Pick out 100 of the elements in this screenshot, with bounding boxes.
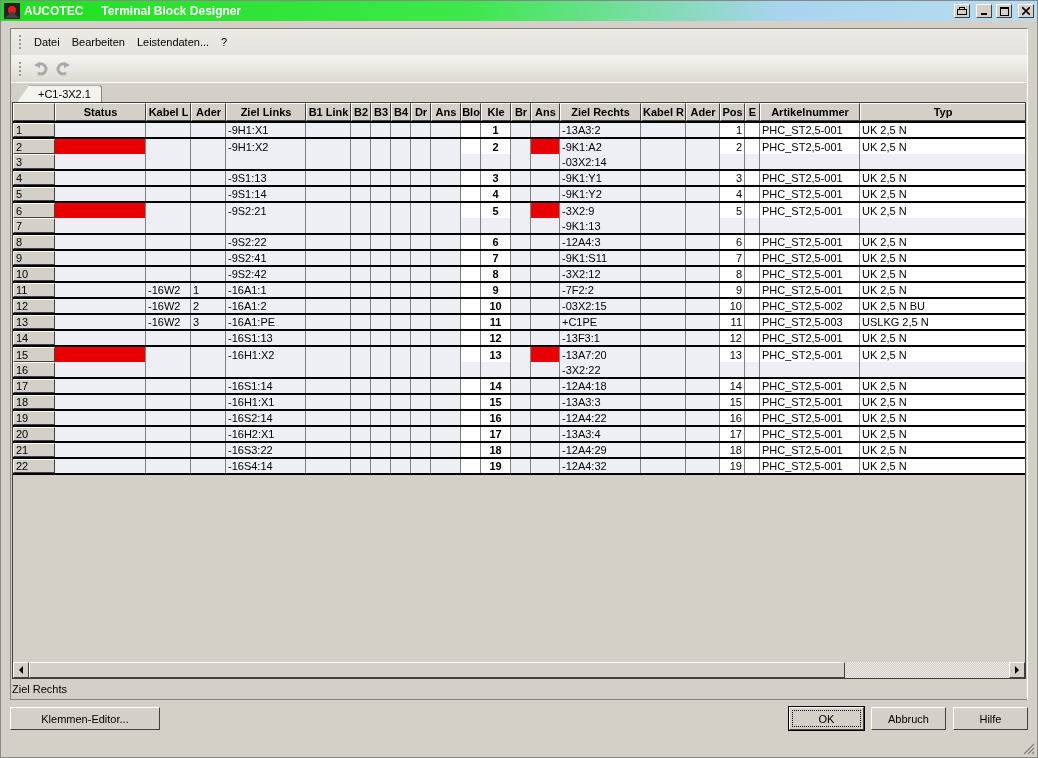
column-header[interactable]: Ans (431, 103, 461, 122)
table-cell: 2 (720, 139, 745, 155)
table-cell: 5 (481, 203, 511, 219)
close-icon (1022, 7, 1030, 16)
dialog-button[interactable]: Klemmen-Editor... (10, 707, 160, 731)
table-cell: 13 (720, 347, 745, 363)
menu-item[interactable]: Bearbeiten (65, 34, 131, 51)
row-header[interactable]: 6 (13, 203, 55, 219)
menu-item[interactable]: ? (215, 34, 234, 51)
column-header[interactable]: Pos (720, 103, 745, 122)
table-cell: PHC_ST2,5-001 (760, 251, 860, 266)
table-cell: 9 (720, 283, 745, 298)
column-header[interactable]: B4 (391, 103, 411, 122)
row-header[interactable]: 2 (13, 139, 55, 155)
table-cell: PHC_ST2,5-001 (760, 123, 860, 138)
row-header[interactable]: 4 (13, 171, 55, 186)
table-cell: 11 (720, 315, 745, 330)
table-cell: 7 (720, 251, 745, 266)
row-header[interactable]: 12 (13, 299, 55, 314)
table-cell: -16W2 (146, 299, 191, 314)
dialog-button[interactable]: Hilfe (953, 707, 1028, 731)
column-header[interactable]: Kabel R (641, 103, 686, 122)
column-header[interactable]: Dr (411, 103, 431, 122)
row-header[interactable]: 18 (13, 395, 55, 410)
table-cell: -16S1:13 (226, 331, 306, 346)
connection-status-cell (531, 154, 560, 170)
column-header[interactable]: Typ (860, 103, 1025, 122)
row-header[interactable]: 16 (13, 362, 55, 378)
table-cell: -16A1:2 (226, 299, 306, 314)
maximize-button[interactable] (996, 4, 1012, 19)
connection-status-cell (531, 362, 560, 378)
tab[interactable]: +C1-3X2.1 (17, 85, 102, 103)
table-cell: 12 (481, 331, 511, 346)
brand-name: AUCOTEC (24, 4, 84, 19)
row-header[interactable]: 13 (13, 315, 55, 330)
column-header[interactable]: Kle (481, 103, 511, 122)
table-cell: -12A4:3 (560, 235, 641, 250)
minimize-button[interactable] (976, 4, 992, 19)
column-header[interactable]: Blo (461, 103, 481, 122)
table-cell: UK 2,5 N (860, 411, 1025, 426)
column-header[interactable]: Status (55, 103, 146, 122)
row-header[interactable]: 19 (13, 411, 55, 426)
table-cell: -12A4:32 (560, 459, 641, 474)
horizontal-scrollbar[interactable] (13, 662, 1025, 679)
table-cell: -16H1:X1 (226, 395, 306, 410)
column-header[interactable]: Br (511, 103, 531, 122)
row-header[interactable]: 17 (13, 379, 55, 394)
row-header[interactable]: 15 (13, 347, 55, 363)
row-header[interactable]: 7 (13, 218, 55, 234)
scroll-left-button[interactable] (13, 662, 29, 679)
row-header[interactable]: 1 (13, 123, 55, 138)
dialog-button[interactable]: OK (789, 707, 864, 731)
row-header[interactable]: 10 (13, 267, 55, 282)
table-cell: 10 (481, 299, 511, 314)
column-header[interactable]: E (745, 103, 760, 122)
table-cell: +C1PE (560, 315, 641, 330)
scroll-right-button[interactable] (1009, 662, 1025, 679)
grip-icon (19, 34, 22, 51)
menu-item[interactable]: Leistendaten... (130, 34, 216, 51)
table-cell: -13F3:1 (560, 331, 641, 346)
table-cell: 2 (481, 139, 511, 155)
table-cell: -3X2:22 (560, 362, 641, 378)
column-header[interactable]: B1 Link (306, 103, 351, 122)
column-header[interactable]: Ziel Links (226, 103, 306, 122)
table-cell: -13A3:4 (560, 427, 641, 442)
column-header[interactable]: B3 (371, 103, 391, 122)
row-header[interactable]: 21 (13, 443, 55, 458)
menu-item[interactable]: Datei (28, 34, 66, 51)
table-cell: -9S2:21 (226, 203, 306, 219)
dialog-button[interactable]: Abbruch (871, 707, 946, 731)
table-cell: -13A7:20 (560, 347, 641, 363)
column-header[interactable]: Ader (686, 103, 720, 122)
column-header[interactable]: Artikelnummer (760, 103, 860, 122)
row-header[interactable]: 9 (13, 251, 55, 266)
row-header[interactable]: 22 (13, 459, 55, 474)
row-header[interactable]: 8 (13, 235, 55, 250)
table-cell: -16S1:14 (226, 379, 306, 394)
column-header[interactable]: B2 (351, 103, 371, 122)
row-header[interactable]: 20 (13, 427, 55, 442)
scrollbar-thumb[interactable] (29, 662, 845, 679)
row-header[interactable]: 11 (13, 283, 55, 298)
table-cell: -16S3:22 (226, 443, 306, 458)
close-button[interactable] (1018, 4, 1034, 19)
table-cell: -16A1:1 (226, 283, 306, 298)
column-header[interactable]: Ans (531, 103, 560, 122)
table-cell: -9H1:X2 (226, 139, 306, 155)
column-header[interactable]: Kabel L (146, 103, 191, 122)
row-header[interactable]: 5 (13, 187, 55, 202)
table-cell: 6 (720, 235, 745, 250)
table-cell: 18 (481, 443, 511, 458)
table-cell: 14 (720, 379, 745, 394)
resize-grip-icon[interactable] (1023, 743, 1035, 755)
maximize-icon (999, 6, 1009, 16)
row-header[interactable]: 3 (13, 154, 55, 170)
row-header[interactable]: 14 (13, 331, 55, 346)
print-button[interactable] (954, 4, 970, 19)
table-cell: 14 (481, 379, 511, 394)
column-header[interactable]: Ader (191, 103, 226, 122)
table-cell: PHC_ST2,5-001 (760, 139, 860, 155)
column-header[interactable]: Ziel Rechts (560, 103, 641, 122)
